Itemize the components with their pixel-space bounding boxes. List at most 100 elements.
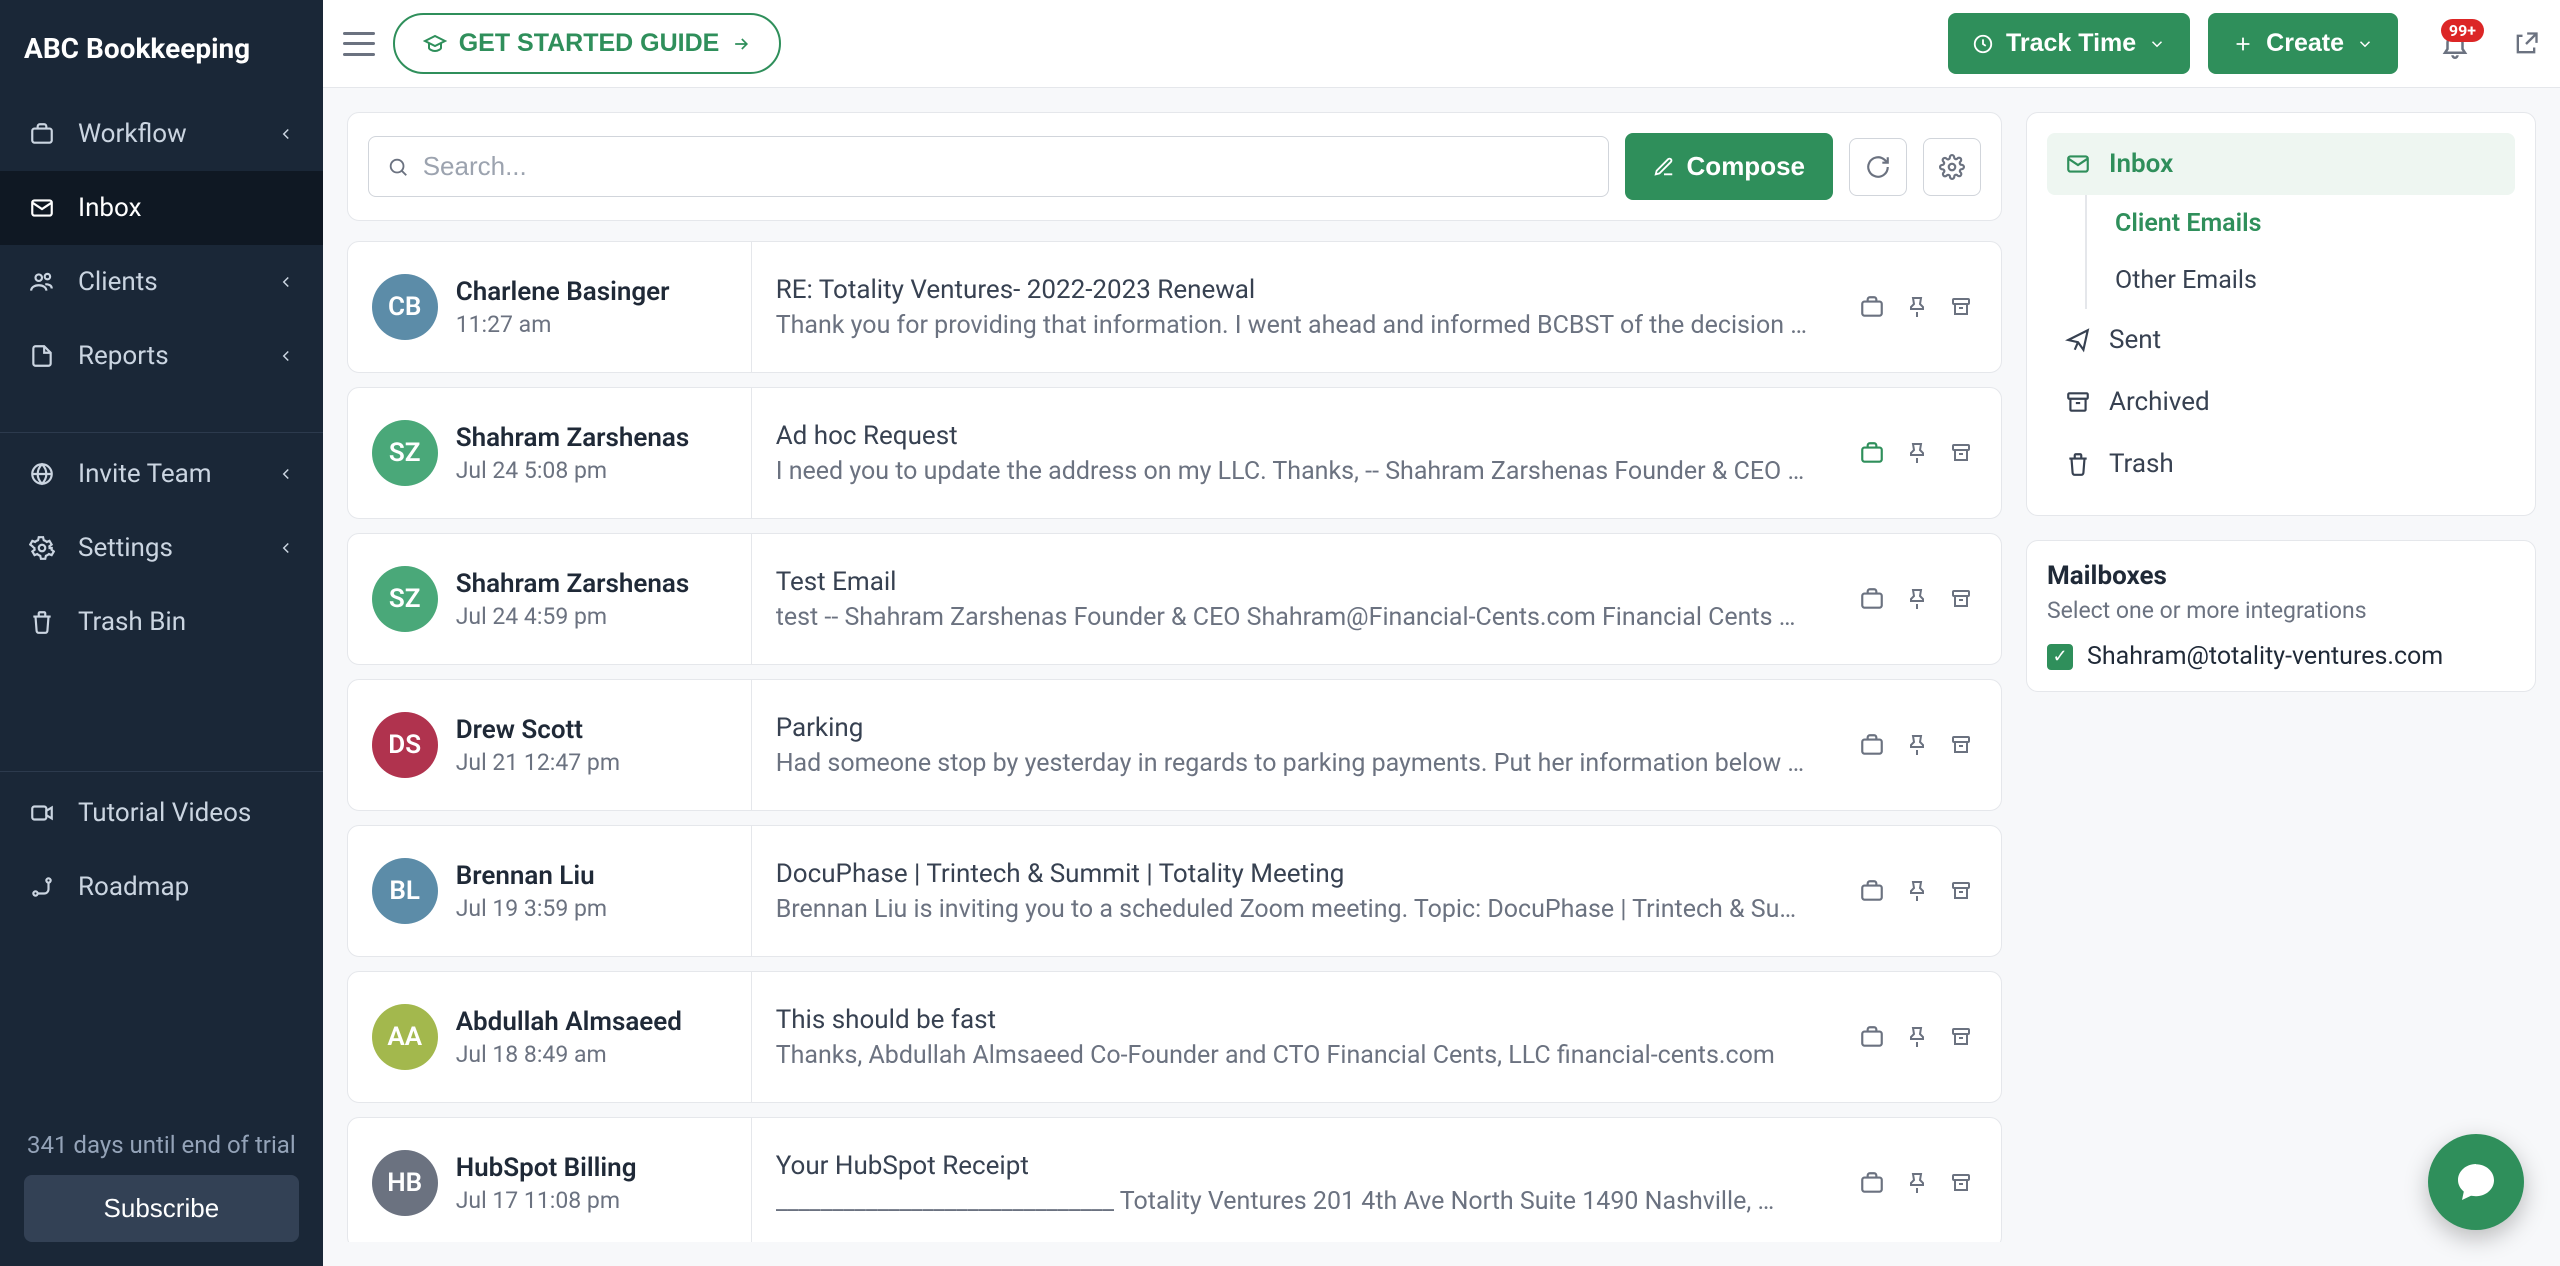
archive-action-icon[interactable] bbox=[1949, 441, 1973, 465]
email-preview: Brennan Liu is inviting you to a schedul… bbox=[776, 895, 1807, 924]
hamburger-icon[interactable] bbox=[343, 32, 375, 56]
compose-button[interactable]: Compose bbox=[1625, 133, 1833, 200]
email-body: Ad hoc RequestI need you to update the a… bbox=[752, 388, 1831, 518]
avatar: AA bbox=[372, 1004, 438, 1070]
notifications-button[interactable]: 99+ bbox=[2440, 29, 2470, 59]
nav-item-invite-team[interactable]: Invite Team bbox=[0, 437, 323, 511]
email-row[interactable]: CBCharlene Basinger11:27 amRE: Totality … bbox=[347, 241, 2002, 373]
inbox-subfolder[interactable]: Other Emails bbox=[2087, 252, 2515, 309]
briefcase-icon[interactable] bbox=[1859, 1024, 1885, 1050]
nav-item-roadmap[interactable]: Roadmap bbox=[0, 850, 323, 924]
inbox-subfolder[interactable]: Client Emails bbox=[2087, 195, 2515, 252]
email-time: Jul 21 12:47 pm bbox=[456, 749, 620, 776]
nav-item-inbox[interactable]: Inbox bbox=[0, 171, 323, 245]
pin-icon[interactable] bbox=[1905, 295, 1929, 319]
nav-item-trash-bin[interactable]: Trash Bin bbox=[0, 585, 323, 659]
mailbox-label: Shahram@totality-ventures.com bbox=[2087, 642, 2443, 671]
briefcase-icon[interactable] bbox=[1859, 586, 1885, 612]
folder-label: Inbox bbox=[2109, 149, 2173, 179]
route-icon bbox=[28, 873, 56, 901]
mail-icon bbox=[28, 194, 56, 222]
email-sender-cell: AAAbdullah AlmsaeedJul 18 8:49 am bbox=[348, 972, 752, 1102]
archive-action-icon[interactable] bbox=[1949, 1025, 1973, 1049]
guide-label: GET STARTED GUIDE bbox=[459, 29, 720, 58]
pin-icon[interactable] bbox=[1905, 1025, 1929, 1049]
email-sender-cell: HBHubSpot BillingJul 17 11:08 pm bbox=[348, 1118, 752, 1242]
folder-trash[interactable]: Trash bbox=[2047, 433, 2515, 495]
secondary-nav: Invite Team Settings Trash Bin bbox=[0, 437, 323, 768]
nav-label: Workflow bbox=[78, 119, 187, 149]
archive-action-icon[interactable] bbox=[1949, 1171, 1973, 1195]
refresh-button[interactable] bbox=[1849, 138, 1907, 196]
settings-button[interactable] bbox=[1923, 138, 1981, 196]
pin-icon[interactable] bbox=[1905, 733, 1929, 757]
email-subject: Ad hoc Request bbox=[776, 421, 1807, 451]
nav-item-settings[interactable]: Settings bbox=[0, 511, 323, 585]
archive-action-icon[interactable] bbox=[1949, 733, 1973, 757]
archive-action-icon[interactable] bbox=[1949, 587, 1973, 611]
archive-action-icon[interactable] bbox=[1949, 295, 1973, 319]
email-subject: Test Email bbox=[776, 567, 1807, 597]
search-input[interactable] bbox=[423, 151, 1590, 182]
email-row[interactable]: AAAbdullah AlmsaeedJul 18 8:49 amThis sh… bbox=[347, 971, 2002, 1103]
email-actions bbox=[1831, 534, 2001, 664]
pin-icon[interactable] bbox=[1905, 1171, 1929, 1195]
search-input-wrapper[interactable] bbox=[368, 136, 1609, 197]
nav-item-workflow[interactable]: Workflow bbox=[0, 97, 323, 171]
nav-label: Tutorial Videos bbox=[78, 798, 251, 828]
create-button[interactable]: Create bbox=[2208, 13, 2398, 74]
briefcase-icon[interactable] bbox=[1859, 440, 1885, 466]
email-row[interactable]: SZShahram ZarshenasJul 24 5:08 pmAd hoc … bbox=[347, 387, 2002, 519]
briefcase-icon[interactable] bbox=[1859, 1170, 1885, 1196]
email-row[interactable]: BLBrennan LiuJul 19 3:59 pmDocuPhase | T… bbox=[347, 825, 2002, 957]
email-actions bbox=[1831, 680, 2001, 810]
chat-fab[interactable] bbox=[2428, 1134, 2524, 1230]
email-body: RE: Totality Ventures- 2022-2023 Renewal… bbox=[752, 242, 1831, 372]
mailbox-checkbox-row[interactable]: ✓ Shahram@totality-ventures.com bbox=[2047, 642, 2515, 671]
avatar: HB bbox=[372, 1150, 438, 1216]
nav-divider bbox=[0, 432, 323, 433]
email-actions bbox=[1831, 972, 2001, 1102]
mailboxes-title: Mailboxes bbox=[2047, 561, 2515, 591]
archive-icon bbox=[2065, 389, 2091, 415]
pin-icon[interactable] bbox=[1905, 441, 1929, 465]
pin-icon[interactable] bbox=[1905, 879, 1929, 903]
mail-icon bbox=[2065, 151, 2091, 177]
archive-action-icon[interactable] bbox=[1949, 879, 1973, 903]
topbar: GET STARTED GUIDE Track Time Crea bbox=[323, 0, 2560, 88]
create-label: Create bbox=[2266, 29, 2344, 58]
folder-archived[interactable]: Archived bbox=[2047, 371, 2515, 433]
email-row[interactable]: HBHubSpot BillingJul 17 11:08 pmYour Hub… bbox=[347, 1117, 2002, 1242]
email-preview: test -- Shahram Zarshenas Founder & CEO … bbox=[776, 603, 1807, 632]
briefcase-icon[interactable] bbox=[1859, 294, 1885, 320]
subscribe-button[interactable]: Subscribe bbox=[24, 1175, 299, 1242]
chevron-down-icon bbox=[2148, 35, 2166, 53]
primary-nav: Workflow Inbox Clients Reports bbox=[0, 97, 323, 428]
track-time-button[interactable]: Track Time bbox=[1948, 13, 2190, 74]
mailboxes-panel: Mailboxes Select one or more integration… bbox=[2026, 540, 2536, 692]
nav-item-reports[interactable]: Reports bbox=[0, 319, 323, 393]
email-row[interactable]: DSDrew ScottJul 21 12:47 pmParkingHad so… bbox=[347, 679, 2002, 811]
folder-inbox[interactable]: Inbox bbox=[2047, 133, 2515, 195]
email-preview: Thank you for providing that information… bbox=[776, 311, 1807, 340]
nav-item-tutorial-videos[interactable]: Tutorial Videos bbox=[0, 776, 323, 850]
email-actions bbox=[1831, 1118, 2001, 1242]
sender-name: Brennan Liu bbox=[456, 861, 607, 891]
gear-icon bbox=[1939, 154, 1965, 180]
get-started-guide-button[interactable]: GET STARTED GUIDE bbox=[393, 13, 782, 74]
briefcase-icon[interactable] bbox=[1859, 878, 1885, 904]
sidebar-footer: 341 days until end of trial Subscribe bbox=[0, 1107, 323, 1266]
nav-label: Clients bbox=[78, 267, 158, 297]
briefcase-icon[interactable] bbox=[1859, 732, 1885, 758]
email-row[interactable]: SZShahram ZarshenasJul 24 4:59 pmTest Em… bbox=[347, 533, 2002, 665]
email-time: Jul 18 8:49 am bbox=[456, 1041, 682, 1068]
folder-sent[interactable]: Sent bbox=[2047, 309, 2515, 371]
email-time: 11:27 am bbox=[456, 311, 670, 338]
pin-icon[interactable] bbox=[1905, 587, 1929, 611]
folders-panel: Inbox Client EmailsOther EmailsSentArchiv… bbox=[2026, 112, 2536, 516]
open-in-new-icon[interactable] bbox=[2512, 30, 2540, 58]
avatar: SZ bbox=[372, 566, 438, 632]
checkbox-icon[interactable]: ✓ bbox=[2047, 644, 2073, 670]
nav-label: Settings bbox=[78, 533, 173, 563]
nav-item-clients[interactable]: Clients bbox=[0, 245, 323, 319]
